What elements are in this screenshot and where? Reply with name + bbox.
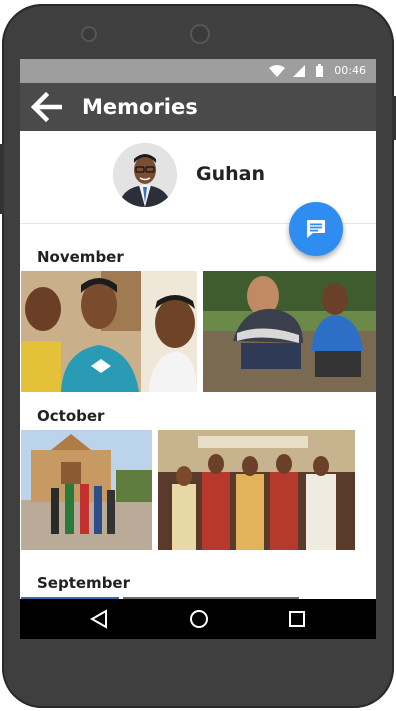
chat-fab-button[interactable]	[289, 202, 343, 256]
section-label-november: November	[37, 248, 124, 266]
status-time: 00:46	[334, 64, 366, 77]
cell-signal-icon	[293, 65, 305, 77]
battery-icon	[316, 64, 323, 77]
photo-group-traditional[interactable]	[158, 430, 355, 550]
arrow-back-icon[interactable]	[30, 91, 64, 123]
earpiece-speaker	[190, 24, 210, 44]
recents-square-icon[interactable]	[288, 609, 306, 629]
power-button	[392, 96, 396, 140]
avatar[interactable]	[113, 143, 177, 207]
chat-message-icon	[307, 220, 325, 238]
wifi-icon	[269, 65, 285, 77]
app-screen: 00:46 Memories Guhan November October Se…	[20, 59, 376, 639]
volume-button	[0, 144, 4, 214]
section-label-september: September	[37, 574, 130, 592]
back-triangle-icon[interactable]	[90, 609, 108, 629]
app-bar: Memories	[20, 83, 376, 131]
photo-outdoor-crouching[interactable]	[203, 271, 376, 392]
front-camera	[81, 26, 97, 42]
profile-name: Guhan	[196, 163, 265, 185]
photo-campus-church[interactable]	[21, 430, 152, 550]
section-label-october: October	[37, 407, 105, 425]
page-title: Memories	[82, 95, 198, 119]
photo-group-selfie[interactable]	[21, 271, 197, 392]
home-circle-icon[interactable]	[189, 609, 209, 629]
status-bar: 00:46	[20, 59, 376, 83]
system-nav-bar	[20, 599, 376, 639]
